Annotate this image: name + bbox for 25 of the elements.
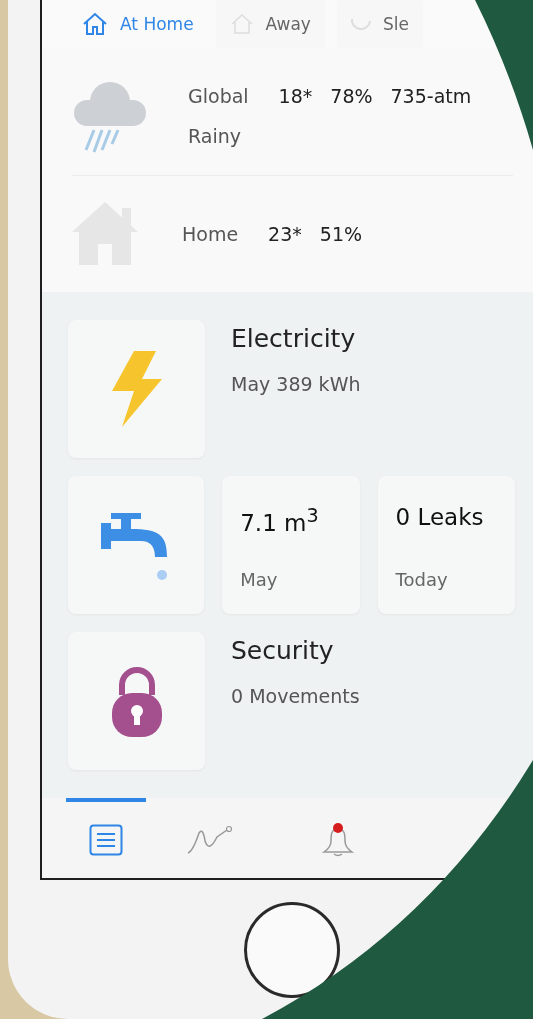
line-chart-icon — [187, 824, 233, 855]
list-icon — [89, 823, 123, 856]
location-label: Home — [182, 222, 239, 245]
leaks-count: 0 Leaks — [395, 504, 485, 530]
padlock-icon — [109, 665, 164, 737]
weather-value: 18* — [278, 85, 313, 108]
lightning-icon — [109, 351, 164, 427]
notification-dot — [333, 823, 343, 833]
weather-value: 23* — [268, 222, 302, 245]
card-detail: May 389 kWh — [231, 373, 361, 395]
mode-tab[interactable]: At Home — [72, 0, 204, 48]
location-label: Global — [188, 85, 249, 108]
weather-value: 78% — [330, 85, 373, 108]
weather-value: 51% — [319, 222, 363, 245]
card-title: Security — [231, 636, 335, 665]
stat-caption: Today — [395, 569, 449, 590]
house-icon — [229, 13, 254, 35]
card-title: Electricity — [231, 324, 357, 353]
weather-value: 735-atm — [390, 85, 472, 108]
stat-caption: May — [240, 569, 279, 590]
sleep-icon — [350, 18, 371, 30]
house-icon — [82, 12, 108, 36]
card-detail: 0 Movements — [231, 685, 360, 707]
weather-condition: Rainy — [188, 125, 242, 148]
water-volume: 7.1 m$^{3}$ — [240, 504, 320, 536]
